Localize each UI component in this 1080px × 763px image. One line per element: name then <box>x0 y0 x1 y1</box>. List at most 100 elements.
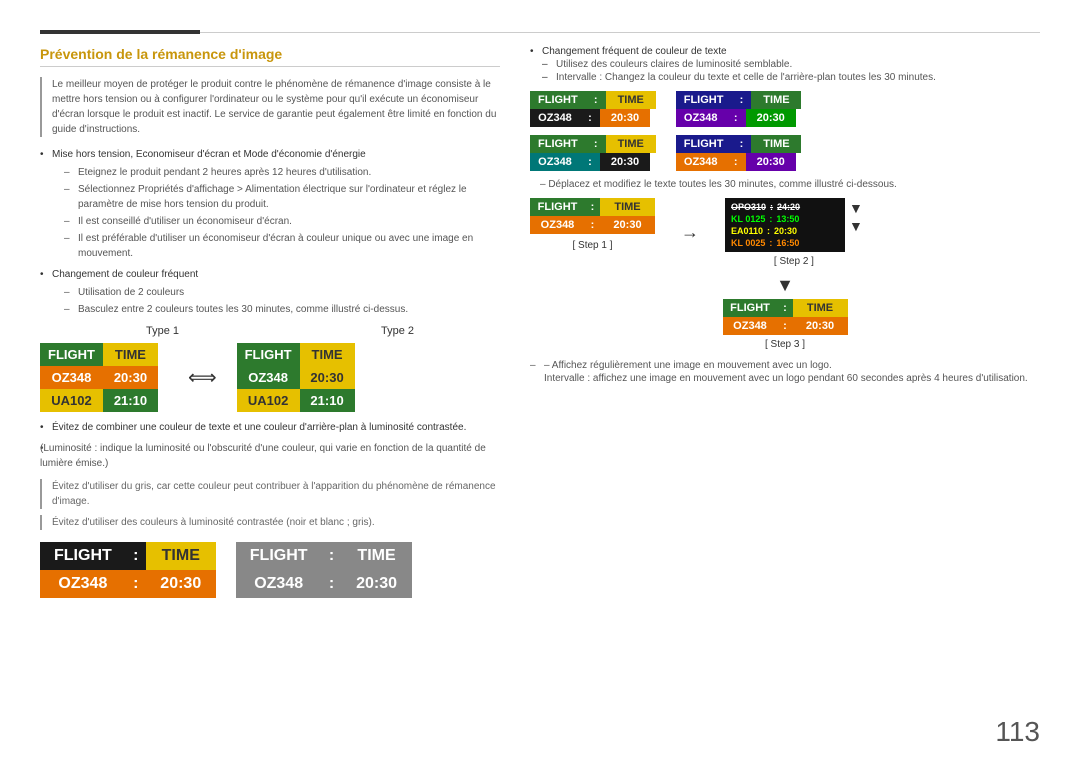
cb3-colon: : <box>586 135 606 153</box>
scroll-line-2: KL 0125:13:50 <box>731 214 839 224</box>
type-labels-row: Type 1 Type 2 <box>40 325 500 337</box>
step-note: – Déplacez et modifiez le texte toutes l… <box>540 179 1040 190</box>
note1: Évitez d'utiliser du gris, car cette cou… <box>40 479 500 509</box>
sub-item: Il est préférable d'utiliser un économis… <box>64 231 500 261</box>
scroll-line-4: KL 0025:16:50 <box>731 238 839 248</box>
sub-item: Utilisation de 2 couleurs <box>64 285 500 300</box>
t2-ua: UA102 <box>237 389 300 412</box>
cb1-time2: 20:30 <box>600 109 650 127</box>
step3-table: FLIGHT : TIME OZ348 : 20:30 <box>723 299 848 335</box>
step-row-1-2: FLIGHT : TIME OZ348 : 20:30 <box>530 198 1040 267</box>
t1-ua: UA102 <box>40 389 103 412</box>
step1-table: FLIGHT : TIME OZ348 : 20:30 <box>530 198 655 234</box>
content-wrapper: Prévention de la rémanence d'image Le me… <box>40 46 1040 598</box>
left-column: Prévention de la rémanence d'image Le me… <box>40 46 500 598</box>
t2-time: TIME <box>300 343 355 366</box>
cb3-time2: 20:30 <box>600 153 650 171</box>
step2-inner: OPO310:24:20 KL 0125:13:50 EA0110:20:30 … <box>725 198 863 252</box>
s3-time2: 20:30 <box>793 317 848 335</box>
large-gray-time2: 20:30 <box>342 570 412 598</box>
bullet-item-1: Mise hors tension, Economiseur d'écran e… <box>40 147 500 261</box>
cb1-oz: OZ348 <box>530 109 580 127</box>
avoid-item-1: Évitez de combiner une couleur de texte … <box>40 420 500 435</box>
down-arrows: ▼ ▼ <box>849 198 863 234</box>
t2-oz: OZ348 <box>237 366 300 389</box>
large-flight-gray: FLIGHT : TIME OZ348 : 20:30 <box>236 542 412 598</box>
intro-text: Le meilleur moyen de protéger le produit… <box>40 77 500 137</box>
avoid-item-2: (Luminosité : indique la luminosité ou l… <box>40 441 500 471</box>
top-line-light <box>200 32 1040 33</box>
note2: Évitez d'utiliser des couleurs à luminos… <box>40 515 500 530</box>
cb4-time: TIME <box>751 135 801 153</box>
sub-item: Sélectionnez Propriétés d'affichage > Al… <box>64 182 500 212</box>
bullet-item-2: Changement de couleur fréquent Utilisati… <box>40 267 500 317</box>
step1: FLIGHT : TIME OZ348 : 20:30 <box>530 198 655 251</box>
step2-label: [ Step 2 ] <box>725 256 863 267</box>
large-gray-oz: OZ348 <box>236 570 322 598</box>
swap-arrow-icon: ⟺ <box>188 365 217 390</box>
t1-flight: FLIGHT <box>40 343 103 366</box>
cb4-time2: 20:30 <box>746 153 796 171</box>
cb4-colon: : <box>731 135 751 153</box>
type2-label: Type 2 <box>381 325 414 337</box>
step2: OPO310:24:20 KL 0125:13:50 EA0110:20:30 … <box>725 198 863 267</box>
s1-oz: OZ348 <box>530 216 585 234</box>
step2-display: OPO310:24:20 KL 0125:13:50 EA0110:20:30 … <box>725 198 845 252</box>
sub-item: Eteignez le produit pendant 2 heures apr… <box>64 165 500 180</box>
large-dark-colon: : <box>126 542 146 570</box>
large-dark-oz: OZ348 <box>40 570 126 598</box>
right-column: Changement fréquent de couleur de texte … <box>530 46 1040 598</box>
large-dark-time: TIME <box>146 542 216 570</box>
color-block-3: FLIGHT : TIME OZ348 : 20:30 <box>530 135 656 171</box>
page-number: 113 <box>995 716 1040 748</box>
large-gray-colon: : <box>322 542 342 570</box>
t2-ua-time: 21:10 <box>300 389 355 412</box>
color-grid-row1: FLIGHT : TIME OZ348 : 20:30 FLIGHT : <box>530 91 1040 127</box>
color-block-2: FLIGHT : TIME OZ348 : 20:30 <box>676 91 802 127</box>
cb1-colon: : <box>586 91 606 109</box>
cb1-flight: FLIGHT <box>530 91 586 109</box>
step-right-arrow: → <box>681 222 699 243</box>
cb2-colon: : <box>731 91 751 109</box>
sub-item: Basculez entre 2 couleurs toutes les 30 … <box>64 302 500 317</box>
large-dark-colon2: : <box>126 570 146 598</box>
down-arrow-2: ▼ <box>849 218 863 234</box>
top-line <box>40 30 1040 34</box>
s3-flight: FLIGHT <box>723 299 778 317</box>
s1-flight: FLIGHT <box>530 198 585 216</box>
scroll-line-3: EA0110:20:30 <box>731 226 839 236</box>
step1-display: FLIGHT : TIME OZ348 : 20:30 <box>530 198 655 236</box>
cb2-time2: 20:30 <box>746 109 796 127</box>
cb1-time: TIME <box>606 91 656 109</box>
page-container: Prévention de la rémanence d'image Le me… <box>0 0 1080 763</box>
cb3-flight: FLIGHT <box>530 135 586 153</box>
t1-oz: OZ348 <box>40 366 103 389</box>
t2-time-val: 20:30 <box>300 366 355 389</box>
down-arrow-1: ▼ <box>849 200 863 216</box>
color-grid-row2: FLIGHT : TIME OZ348 : 20:30 FLIGHT : <box>530 135 1040 171</box>
scroll-line-1: OPO310:24:20 <box>731 202 839 212</box>
s1-time2: 20:30 <box>600 216 655 234</box>
t1-ua-time: 21:10 <box>103 389 158 412</box>
color-block-4: FLIGHT : TIME OZ348 : 20:30 <box>676 135 802 171</box>
type1-label: Type 1 <box>146 325 179 337</box>
cb2-flight: FLIGHT <box>676 91 732 109</box>
step3-area: ▼ FLIGHT : TIME OZ348 : 20:30 [ <box>530 275 1040 350</box>
cb4-oz: OZ348 <box>676 153 726 171</box>
bottom-examples: FLIGHT : TIME OZ348 : 20:30 FLIGHT : <box>40 542 500 598</box>
bottom-note1: – – Affichez régulièrement une image en … <box>530 360 1040 371</box>
s3-colon2: : <box>778 317 793 335</box>
large-dark-flight: FLIGHT <box>40 542 126 570</box>
color-block-1: FLIGHT : TIME OZ348 : 20:30 <box>530 91 656 127</box>
steps-area: FLIGHT : TIME OZ348 : 20:30 <box>530 198 1040 350</box>
cb4-colon2: : <box>726 153 746 171</box>
sub-item: Il est conseillé d'utiliser un économise… <box>64 214 500 229</box>
cb1-colon2: : <box>580 109 600 127</box>
right-sub-1: – Utilisez des couleurs claires de lumin… <box>542 59 1040 70</box>
large-gray-time: TIME <box>342 542 412 570</box>
cb4-flight: FLIGHT <box>676 135 732 153</box>
step3-label: [ Step 3 ] <box>765 339 805 350</box>
bottom-note2: Intervalle : affichez une image en mouve… <box>530 371 1040 386</box>
cb2-oz: OZ348 <box>676 109 726 127</box>
t2-flight: FLIGHT <box>237 343 300 366</box>
